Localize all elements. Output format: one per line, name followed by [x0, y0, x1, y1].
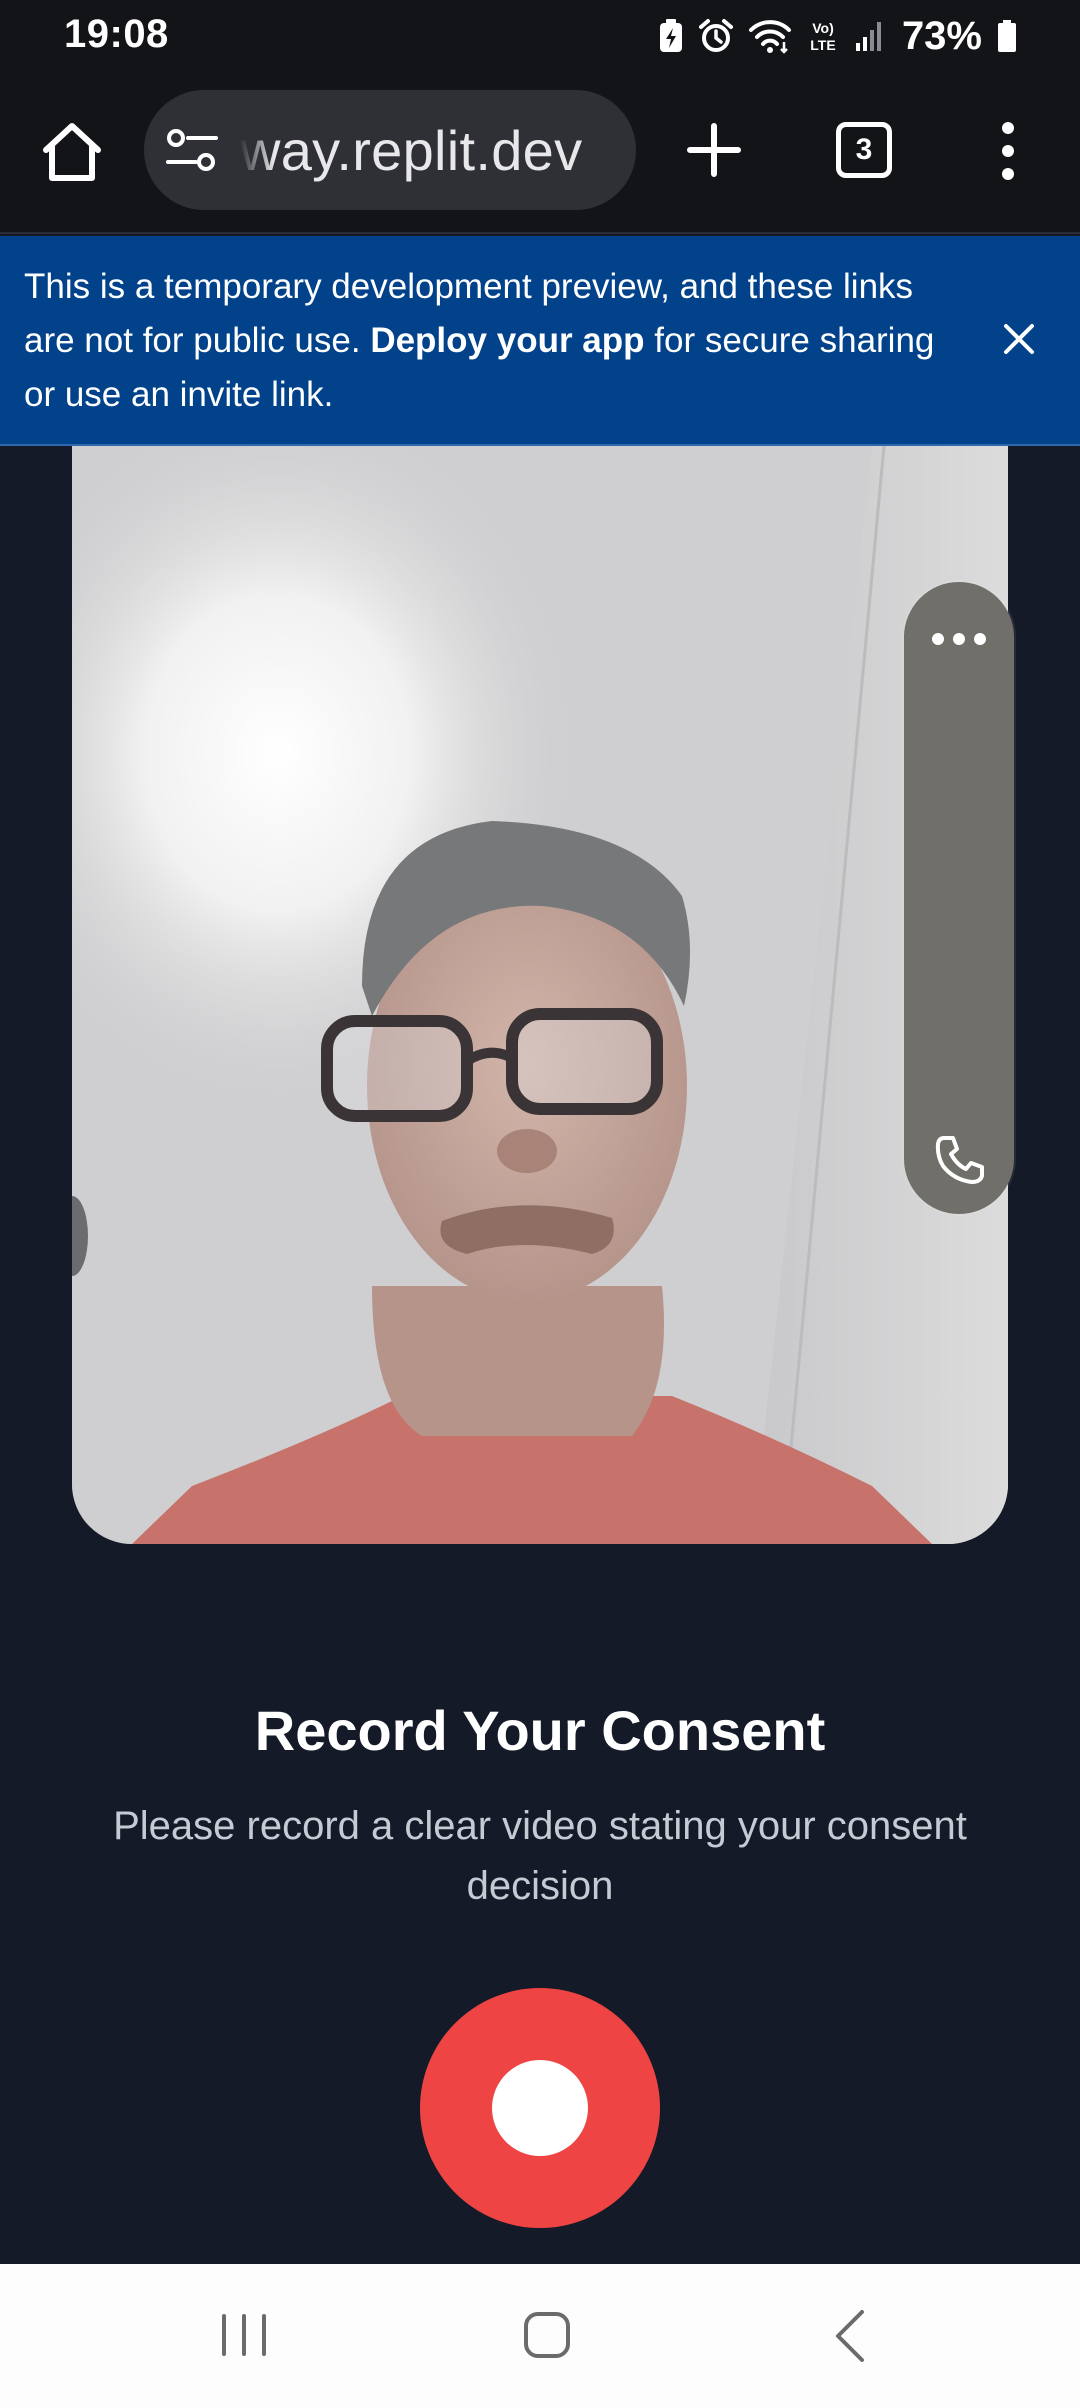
more-menu-icon[interactable] — [996, 118, 1020, 184]
status-icons: Vo) LTE 73% — [658, 14, 1018, 58]
signal-icon — [855, 22, 881, 51]
new-tab-icon[interactable] — [686, 122, 742, 178]
tab-switcher-button[interactable]: 3 — [836, 122, 892, 178]
battery-icon — [998, 20, 1016, 52]
status-time: 19:08 — [64, 12, 169, 56]
page-subtitle: Please record a clear video stating your… — [113, 1804, 967, 1908]
phone-icon[interactable] — [934, 1134, 986, 1186]
browser-toolbar: way.replit.dev 3 — [0, 74, 1080, 234]
system-navigation-bar — [0, 2264, 1080, 2408]
url-text: way.replit.dev — [240, 119, 583, 182]
record-dot-icon — [492, 2060, 588, 2156]
camera-preview — [72, 446, 1008, 1544]
status-bar: 19:08 Vo) LTE 73% — [0, 0, 1080, 74]
record-button[interactable] — [420, 1988, 660, 2228]
page-title: Record Your Consent — [254, 1699, 826, 1762]
back-icon[interactable] — [832, 2308, 868, 2364]
deploy-app-link[interactable]: Deploy your app — [370, 321, 644, 360]
dev-preview-banner: This is a temporary development preview,… — [0, 236, 1080, 446]
battery-percentage: 73% — [901, 13, 982, 58]
more-horizontal-icon[interactable] — [931, 632, 987, 646]
wifi-icon — [748, 20, 791, 54]
site-settings-icon[interactable] — [164, 124, 220, 176]
camera-feed-image — [72, 446, 1008, 1544]
banner-text: This is a temporary development preview,… — [24, 260, 964, 422]
home-icon[interactable] — [38, 118, 106, 186]
tab-count: 3 — [855, 133, 873, 166]
screen: 19:08 Vo) LTE 73% way.replit.dev 3 This … — [0, 0, 1080, 2408]
call-overlay-bubble[interactable] — [904, 582, 1014, 1214]
close-icon[interactable] — [1002, 322, 1036, 356]
alarm-icon — [698, 19, 733, 52]
recents-icon[interactable] — [218, 2312, 270, 2358]
home-nav-icon[interactable] — [522, 2310, 572, 2360]
volte-icon: Vo) LTE — [810, 20, 835, 53]
svg-text:Vo): Vo) — [812, 20, 834, 36]
battery-saver-icon — [659, 19, 682, 52]
svg-text:LTE: LTE — [810, 37, 835, 53]
address-bar[interactable]: way.replit.dev — [144, 90, 636, 210]
